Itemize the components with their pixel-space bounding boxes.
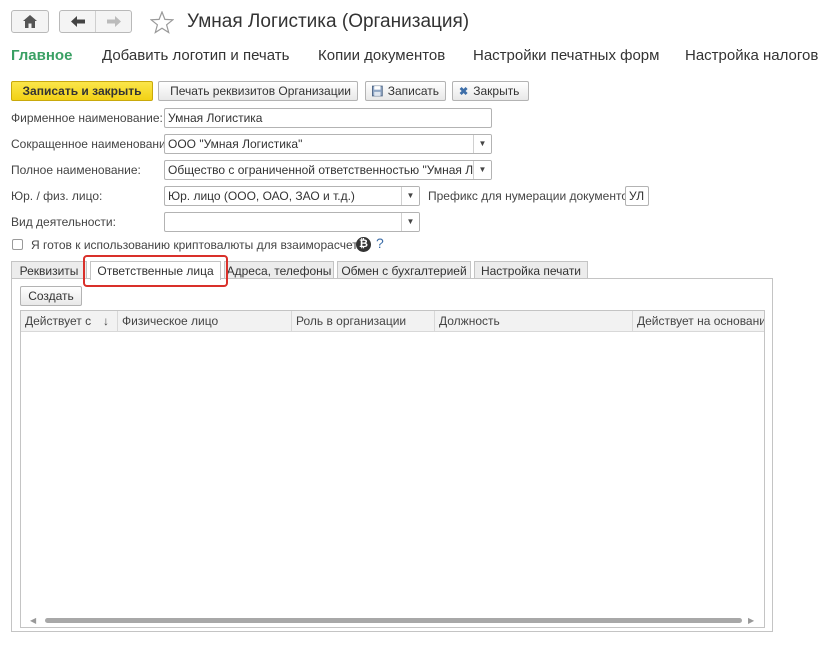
home-icon [23, 15, 37, 28]
arrow-right-icon [106, 16, 121, 27]
full-name-value: Общество с ограниченной ответственностью… [168, 163, 491, 177]
prefix-field[interactable]: УЛ [625, 186, 649, 206]
chevron-down-icon[interactable]: ▼ [473, 135, 491, 153]
tab-addresses-phones[interactable]: Адреса, телефоны [224, 261, 334, 279]
brand-name-label: Фирменное наименование: [11, 111, 163, 125]
menu-print-settings[interactable]: Настройки печатных форм [473, 47, 659, 64]
crypto-label[interactable]: Я готов к использованию криптовалюты для… [31, 238, 371, 252]
crypto-checkbox[interactable] [12, 239, 23, 250]
column-header-basis[interactable]: Действует на основании [633, 311, 764, 332]
sort-desc-icon: ↓ [103, 314, 109, 328]
save-and-close-label: Записать и закрыть [22, 84, 142, 98]
close-button[interactable]: ✖ Закрыть [452, 81, 529, 101]
full-name-label: Полное наименование: [11, 163, 141, 177]
arrow-left-icon [70, 16, 85, 27]
short-name-value: ООО "Умная Логистика" [168, 137, 303, 151]
column-header-valid-from[interactable]: Действует с ↓ [21, 311, 118, 332]
column-header-role[interactable]: Роль в организации [292, 311, 435, 332]
menu-tax-settings[interactable]: Настройка налогов [685, 47, 818, 64]
bitcoin-icon: ₿ [356, 237, 371, 252]
scroll-right-icon[interactable]: ▶ [748, 616, 754, 625]
tab-accounting-exchange[interactable]: Обмен с бухгалтерией [337, 261, 471, 279]
forward-button[interactable] [96, 11, 131, 32]
menu-doc-copies[interactable]: Копии документов [318, 47, 445, 64]
window-title: Умная Логистика (Организация) [187, 11, 470, 32]
print-details-button[interactable]: Печать реквизитов Организации [158, 81, 358, 101]
full-name-field[interactable]: Общество с ограниченной ответственностью… [164, 160, 492, 180]
tab-print-settings[interactable]: Настройка печати [474, 261, 588, 279]
back-button[interactable] [60, 11, 96, 32]
scroll-left-icon[interactable]: ◀ [30, 616, 36, 625]
activity-field[interactable]: ▼ [164, 212, 420, 232]
print-details-label: Печать реквизитов Организации [170, 84, 351, 98]
tab-requisites[interactable]: Реквизиты [11, 261, 87, 279]
responsible-persons-table[interactable]: Действует с ↓ Физическое лицо Роль в орг… [20, 310, 765, 628]
home-button[interactable] [11, 10, 49, 33]
column-header-position[interactable]: Должность [435, 311, 633, 332]
brand-name-field[interactable]: Умная Логистика [164, 108, 492, 128]
short-name-label: Сокращенное наименование: [11, 137, 176, 151]
tab-highlight-frame [83, 255, 228, 287]
activity-label: Вид деятельности: [11, 215, 116, 229]
chevron-down-icon[interactable]: ▼ [473, 161, 491, 179]
close-icon: ✖ [459, 85, 469, 98]
prefix-label: Префикс для нумерации документов : [428, 189, 642, 203]
column-header-label: Действует с [25, 314, 92, 328]
scrollbar-thumb[interactable] [45, 618, 742, 623]
star-icon[interactable] [150, 11, 174, 34]
save-and-close-button[interactable]: Записать и закрыть [11, 81, 153, 101]
column-header-person[interactable]: Физическое лицо [118, 311, 292, 332]
create-label: Создать [28, 289, 74, 303]
create-button[interactable]: Создать [20, 286, 82, 306]
entity-type-label: Юр. / физ. лицо: [11, 189, 103, 203]
save-button[interactable]: Записать [365, 81, 446, 101]
close-label: Закрыть [473, 84, 520, 98]
horizontal-scrollbar[interactable]: ◀ ▶ [21, 613, 764, 627]
back-forward-group [59, 10, 132, 33]
save-label: Записать [387, 84, 439, 98]
menu-add-logo[interactable]: Добавить логотип и печать [102, 47, 289, 64]
short-name-field[interactable]: ООО "Умная Логистика" ▼ [164, 134, 492, 154]
entity-type-field[interactable]: Юр. лицо (ООО, ОАО, ЗАО и т.д.) ▼ [164, 186, 420, 206]
entity-type-value: Юр. лицо (ООО, ОАО, ЗАО и т.д.) [168, 189, 355, 203]
menu-main[interactable]: Главное [11, 47, 72, 64]
chevron-down-icon[interactable]: ▼ [401, 213, 419, 231]
floppy-disk-icon [372, 85, 383, 97]
help-link[interactable]: ? [376, 235, 384, 251]
chevron-down-icon[interactable]: ▼ [401, 187, 419, 205]
